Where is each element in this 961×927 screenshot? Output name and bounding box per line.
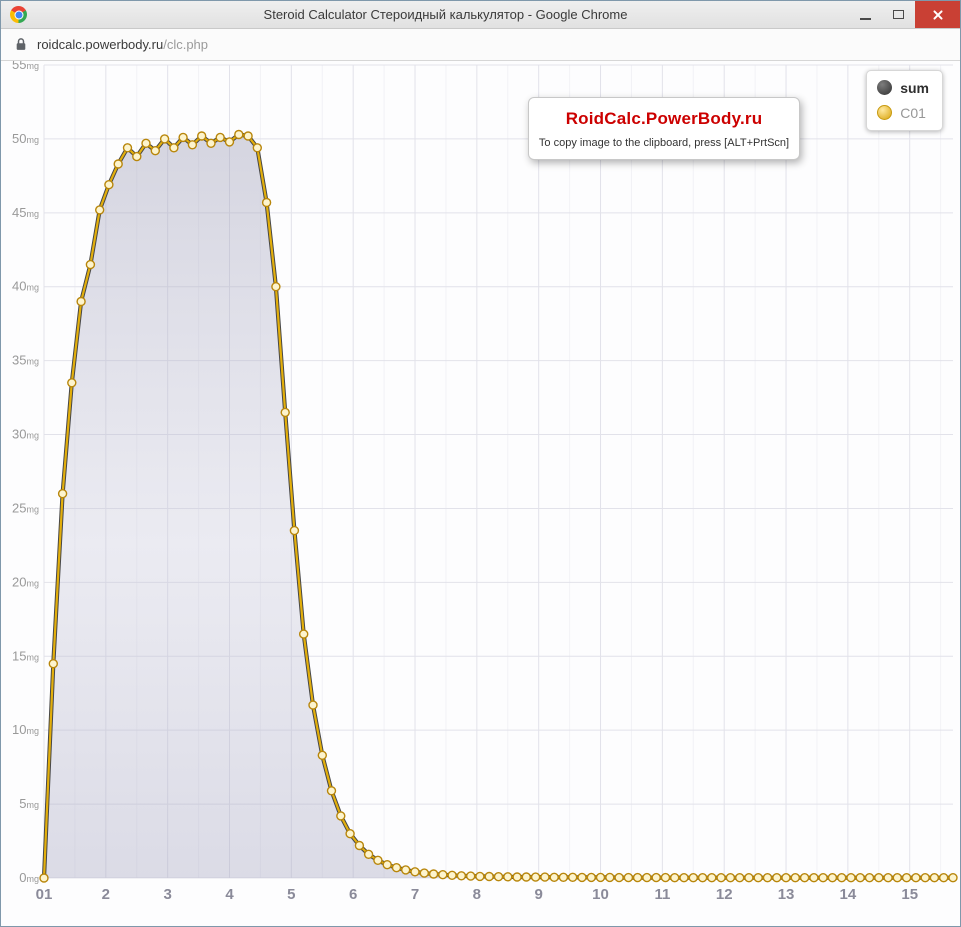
svg-text:12: 12 xyxy=(716,886,733,903)
chrome-logo-icon xyxy=(10,6,27,23)
svg-text:10: 10 xyxy=(592,886,609,903)
svg-text:35mg: 35mg xyxy=(12,353,39,368)
chart-area: 0mg5mg10mg15mg20mg25mg30mg35mg40mg45mg50… xyxy=(1,61,960,926)
svg-text:6: 6 xyxy=(349,886,357,903)
svg-text:2: 2 xyxy=(102,886,110,903)
url-text[interactable]: roidcalc.powerbody.ru/clc.php xyxy=(37,37,208,52)
sum-series-marker-icon xyxy=(877,80,892,95)
browser-window: Steroid Calculator Стероидный калькулято… xyxy=(0,0,961,927)
svg-text:14: 14 xyxy=(840,886,857,903)
svg-text:11: 11 xyxy=(654,886,670,903)
svg-text:55mg: 55mg xyxy=(12,61,39,72)
y-axis-labels: 0mg 5mg 10mg 15mg 20mg 25mg 30mg 35mg 40mg 45mg 50… xyxy=(12,61,39,885)
watermark-tooltip: RoidCalc.PowerBody.ru To copy image to t… xyxy=(528,97,800,160)
svg-text:9: 9 xyxy=(535,886,543,903)
svg-text:5: 5 xyxy=(287,886,295,903)
window-controls xyxy=(849,1,960,28)
svg-text:5mg: 5mg xyxy=(19,796,39,811)
svg-text:01: 01 xyxy=(36,886,53,903)
svg-text:30mg: 30mg xyxy=(12,427,39,442)
brand-text: RoidCalc.PowerBody.ru xyxy=(537,109,791,129)
legend-item-c01[interactable]: C01 xyxy=(877,105,929,120)
maximize-icon xyxy=(893,10,904,19)
minimize-button[interactable] xyxy=(849,1,882,28)
close-button[interactable] xyxy=(915,1,960,28)
svg-text:15mg: 15mg xyxy=(12,648,39,663)
address-bar[interactable]: roidcalc.powerbody.ru/clc.php xyxy=(1,29,960,61)
svg-text:7: 7 xyxy=(411,886,419,903)
svg-text:10mg: 10mg xyxy=(12,722,39,737)
svg-text:8: 8 xyxy=(473,886,481,903)
svg-text:13: 13 xyxy=(778,886,795,903)
svg-text:20mg: 20mg xyxy=(12,574,39,589)
svg-text:0mg: 0mg xyxy=(19,870,39,885)
legend-label-sum: sum xyxy=(900,81,929,95)
maximize-button[interactable] xyxy=(882,1,915,28)
svg-text:45mg: 45mg xyxy=(12,205,39,220)
title-bar: Steroid Calculator Стероидный калькулято… xyxy=(1,1,960,29)
x-axis-labels: 01 2 3 4 5 6 7 8 9 10 11 12 13 14 15 xyxy=(36,886,918,903)
url-path: /clc.php xyxy=(163,37,208,52)
svg-text:15: 15 xyxy=(901,886,918,903)
copy-hint-text: To copy image to the clipboard, press [A… xyxy=(537,137,791,149)
dose-chart[interactable]: 0mg5mg10mg15mg20mg25mg30mg35mg40mg45mg50… xyxy=(1,61,961,927)
c01-series-marker-icon xyxy=(877,105,892,120)
url-domain: roidcalc.powerbody.ru xyxy=(37,37,163,52)
svg-text:50mg: 50mg xyxy=(12,131,39,146)
svg-text:3: 3 xyxy=(164,886,172,903)
svg-text:4: 4 xyxy=(225,886,234,903)
legend-item-sum[interactable]: sum xyxy=(877,80,929,95)
svg-text:40mg: 40mg xyxy=(12,279,39,294)
window-title: Steroid Calculator Стероидный калькулято… xyxy=(61,7,830,22)
svg-text:25mg: 25mg xyxy=(12,500,39,515)
legend: sum C01 xyxy=(866,70,943,131)
lock-icon[interactable] xyxy=(15,37,27,52)
minimize-icon xyxy=(860,10,871,20)
legend-label-c01: C01 xyxy=(900,106,926,120)
close-icon xyxy=(932,9,944,21)
